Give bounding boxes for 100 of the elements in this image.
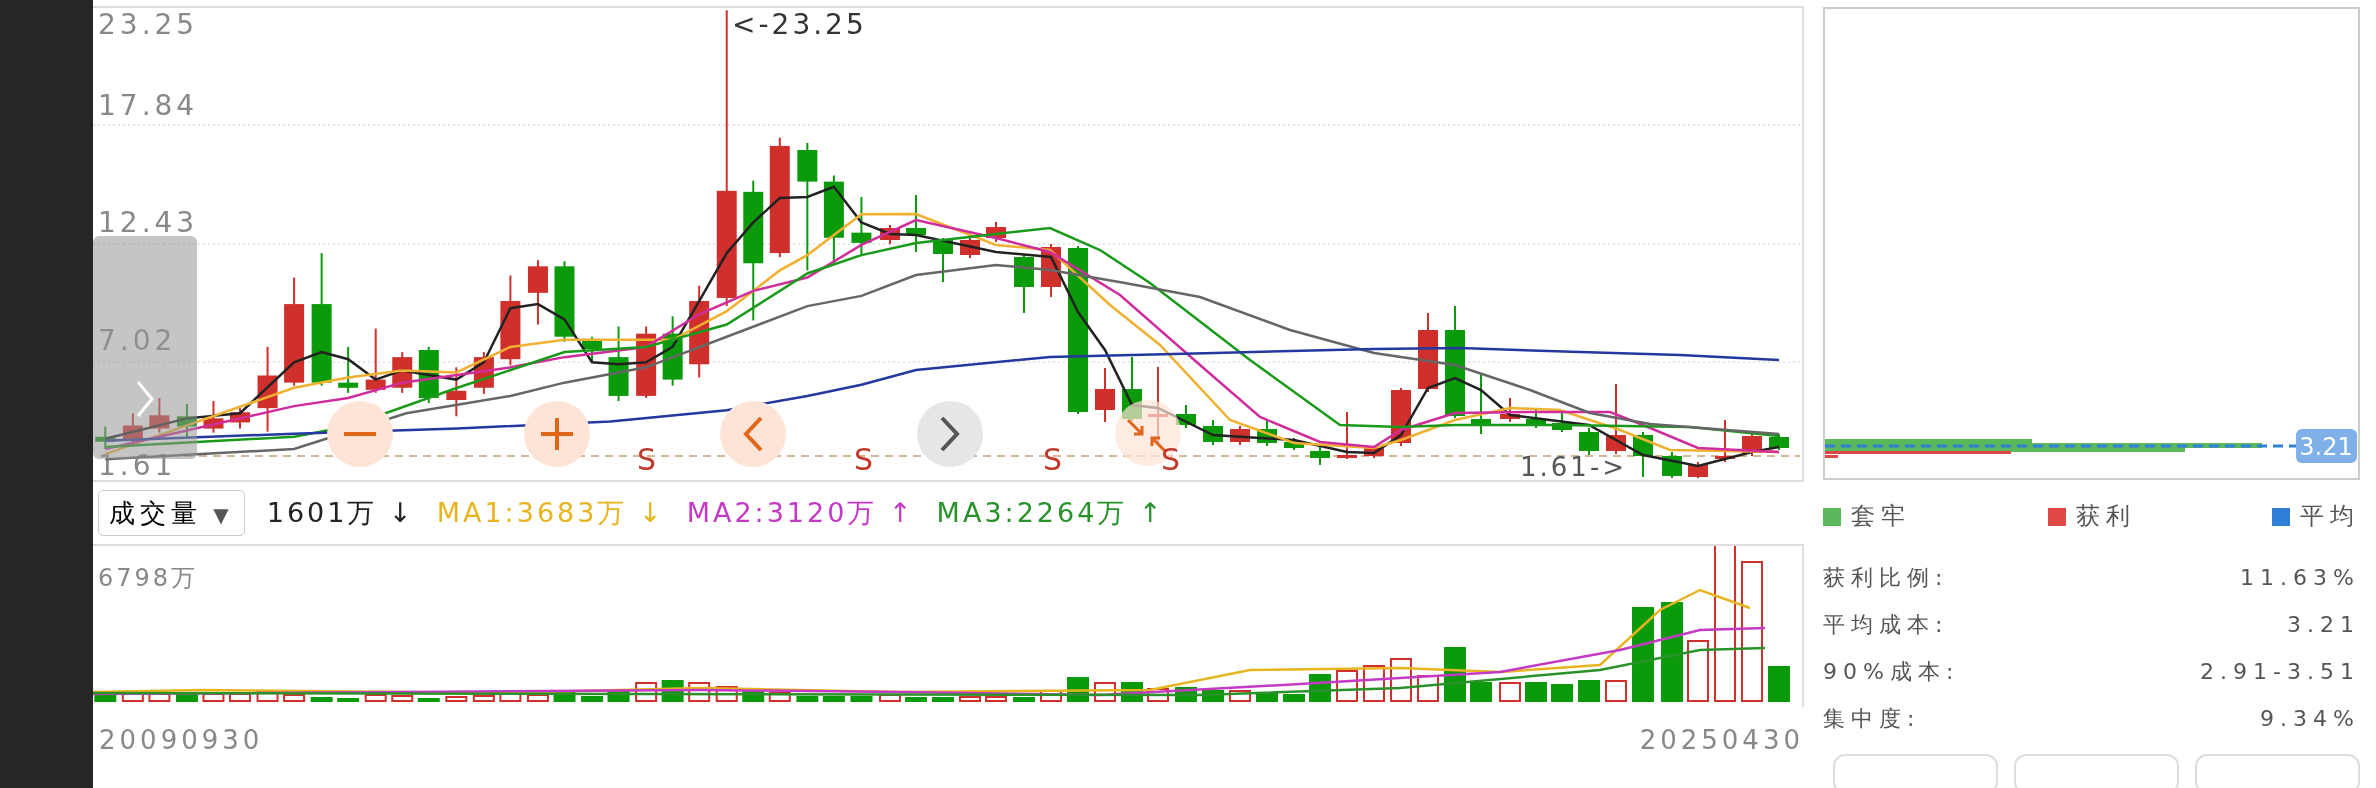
volume-indicator: MA1:3683万 ↓ <box>436 495 665 530</box>
candlestick <box>1769 433 1789 451</box>
candlestick <box>1364 445 1384 459</box>
volume-bar <box>364 694 387 702</box>
candlestick <box>230 407 250 430</box>
candlestick <box>392 351 413 394</box>
date-label: 20250430 <box>1639 724 1804 757</box>
chevron-right-icon <box>940 417 960 451</box>
volume-bar <box>1551 684 1573 702</box>
volume-bar <box>1525 682 1547 702</box>
candlestick <box>95 425 116 450</box>
candlestick <box>1284 437 1304 451</box>
volume-bar <box>796 696 819 702</box>
candlestick <box>473 351 494 395</box>
volume-bar <box>202 693 225 702</box>
volume-bar <box>310 697 333 702</box>
volume-bar <box>1283 694 1305 702</box>
volume-bar <box>1229 690 1251 702</box>
volume-bar <box>1768 666 1790 702</box>
volume-bar <box>1256 692 1278 702</box>
signal-marker: S <box>637 442 657 477</box>
volume-bar <box>391 695 414 702</box>
stat-label: 集中度: <box>1823 705 1921 733</box>
volume-bar <box>283 694 306 702</box>
volume-selector-dropdown[interactable]: 成交量 ▼ <box>98 490 245 536</box>
price-axis-label: 23.25 <box>98 8 199 41</box>
candlestick <box>1257 419 1277 447</box>
price-badge: 3.21 <box>2296 429 2357 463</box>
volume-bar <box>1499 682 1521 702</box>
candlestick <box>1203 419 1223 446</box>
stat-value: 11.63% <box>2240 564 2360 592</box>
candlestick <box>1579 427 1599 456</box>
volume-bar <box>175 694 198 702</box>
volume-bar <box>581 696 604 702</box>
volume-bar <box>879 694 901 702</box>
date-label: 20090930 <box>99 724 264 757</box>
volume-bar <box>337 698 360 702</box>
legend-label: 平均 <box>2300 502 2360 530</box>
signal-marker: S <box>1161 442 1181 477</box>
candlestick <box>365 327 386 394</box>
stat-label: 获利比例: <box>1823 564 1949 592</box>
candlestick <box>851 195 872 257</box>
signal-marker: S <box>1043 442 1063 477</box>
candlestick <box>1633 431 1653 478</box>
volume-bar <box>1040 690 1062 702</box>
candlestick <box>1715 419 1735 463</box>
volume-bar <box>822 696 845 702</box>
volume-bar <box>148 693 171 702</box>
volume-bar <box>445 696 468 702</box>
volume-bar <box>1013 697 1035 702</box>
volume-bar <box>1605 680 1627 702</box>
candlestick <box>1526 407 1546 429</box>
volume-bar <box>553 692 576 702</box>
candlestick <box>880 224 900 245</box>
stat-label: 平均成本: <box>1823 611 1949 639</box>
min-price-label: 1.61-> <box>1520 452 1628 480</box>
volume-bar <box>959 696 981 702</box>
candlestick <box>1310 446 1330 466</box>
volume-bar <box>472 695 495 702</box>
volume-axis-label: 6798万 <box>98 564 199 592</box>
candlestick <box>446 366 467 418</box>
chevron-left-icon <box>743 417 763 451</box>
candlestick <box>1230 425 1250 446</box>
candlestick <box>527 259 548 326</box>
price-axis-label: 17.84 <box>98 89 199 122</box>
volume-bar <box>94 694 117 702</box>
chevron-right-icon <box>135 379 155 419</box>
legend-label: 套牢 <box>1851 502 1911 530</box>
candlestick <box>203 400 224 434</box>
volume-bar <box>850 696 873 702</box>
candlestick <box>662 315 683 387</box>
candlestick <box>582 335 603 363</box>
stat-label: 90%成本: <box>1823 658 1960 686</box>
volume-bar <box>229 693 251 702</box>
volume-indicator: MA2:3120万 ↑ <box>686 495 915 530</box>
plus-icon <box>540 417 574 451</box>
volume-bar <box>1470 682 1492 702</box>
previous-button[interactable] <box>720 401 786 467</box>
volume-bar <box>932 697 954 702</box>
max-price-label: <-23.25 <box>732 8 867 41</box>
candlestick <box>1500 397 1520 423</box>
stat-value: 2.91-3.51 <box>2200 658 2360 686</box>
volume-bar <box>905 697 927 702</box>
volume-bar <box>1578 680 1600 702</box>
candlestick <box>1471 372 1491 435</box>
price-axis-label: 12.43 <box>98 206 199 239</box>
volume-bar <box>417 698 440 702</box>
candlestick <box>149 396 170 434</box>
volume-bar <box>985 696 1007 702</box>
stat-value: 3.21 <box>2287 611 2360 639</box>
candlestick <box>933 237 953 283</box>
volume-indicator: 1601万 ↓ <box>266 495 415 530</box>
candlestick <box>986 221 1006 243</box>
candlestick <box>1606 383 1626 455</box>
volume-bar <box>1687 640 1709 702</box>
candlestick <box>1095 367 1115 423</box>
volume-bar <box>526 694 549 702</box>
volume-bar <box>121 692 144 702</box>
zoom-out-button[interactable] <box>327 401 393 467</box>
signal-marker: S <box>854 442 874 477</box>
